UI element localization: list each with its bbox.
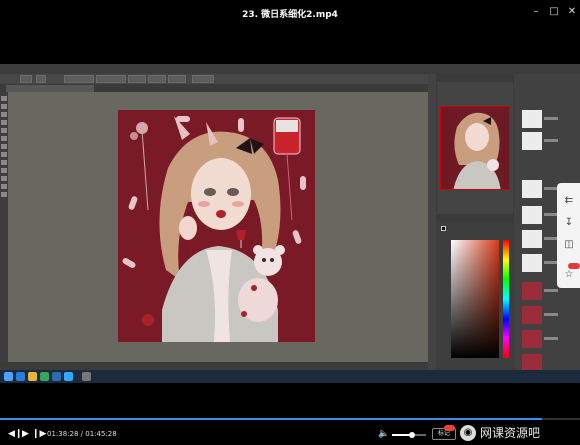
layer-thumbnail[interactable] — [522, 282, 542, 300]
window-title: 23. 微日系细化2.mp4 — [242, 10, 338, 20]
marquee-tool-icon — [1, 104, 7, 109]
layer-name — [544, 337, 558, 340]
trash-icon[interactable]: ◫ — [563, 239, 575, 251]
ps-status-bar — [0, 362, 428, 370]
photoshop-icon — [64, 372, 73, 381]
watermark-text: 网课资源吧 — [480, 426, 541, 440]
watermark: ◉ 网课资源吧 — [460, 424, 578, 442]
layer-name — [544, 261, 558, 264]
smudge-tool-icon — [1, 160, 7, 165]
eraser-tool-icon — [1, 144, 7, 149]
volume-icon[interactable]: 🔈 — [378, 429, 389, 439]
color-saturation-field[interactable] — [451, 240, 499, 358]
option-item — [148, 75, 166, 83]
hand-tool-icon — [1, 184, 7, 189]
option-item — [20, 75, 32, 83]
layer-name — [544, 139, 558, 142]
maximize-icon[interactable]: □ — [546, 4, 562, 20]
layer-name — [544, 187, 558, 190]
playback-progress-fill — [0, 418, 542, 420]
navigator-thumbnail-svg — [441, 107, 509, 189]
navigator-header — [437, 74, 513, 82]
option-item — [36, 75, 46, 83]
minimize-icon[interactable]: – — [528, 4, 544, 20]
option-item — [192, 75, 214, 83]
layer-thumbnail[interactable] — [522, 132, 542, 150]
layer-thumbnail[interactable] — [522, 110, 542, 128]
new-badge — [444, 425, 455, 431]
lasso-tool-icon — [1, 112, 7, 117]
option-item — [64, 75, 94, 83]
play-icon[interactable]: ▶ — [22, 429, 29, 439]
volume-slider[interactable] — [392, 432, 426, 438]
zoom-tool-icon — [1, 192, 7, 197]
ps-toolbar — [0, 92, 8, 362]
pen-tool-icon — [1, 168, 7, 173]
type-tool-icon — [1, 176, 7, 181]
layer-thumbnail[interactable] — [522, 206, 542, 224]
artwork-illustration — [118, 110, 315, 342]
artwork-svg — [118, 110, 315, 342]
layer-thumbnail[interactable] — [522, 330, 542, 348]
time-display: 01:38:28 / 01:45:28 — [47, 430, 117, 438]
app-icon — [82, 372, 91, 381]
gradient-tool-icon — [1, 152, 7, 157]
layer-thumbnail[interactable] — [522, 180, 542, 198]
option-item — [96, 75, 126, 83]
brush-tool-icon — [1, 136, 7, 141]
pin-icon[interactable]: ☆ — [563, 269, 575, 281]
move-tool-icon — [1, 96, 7, 101]
navigator-thumbnail — [440, 106, 510, 190]
ps-document-tabs — [0, 84, 428, 92]
layer-name — [544, 237, 558, 240]
recorded-taskbar — [0, 370, 580, 383]
layer-thumbnail[interactable] — [522, 254, 542, 272]
option-item — [128, 75, 146, 83]
video-player-window: 23. 微日系细化2.mp4 – □ ✕ ⇇ ↧ ◫ ☆ ◀❙ ▶ ❙▶ 01:… — [0, 0, 580, 445]
layer-name — [544, 117, 558, 120]
layer-name — [544, 313, 558, 316]
foreground-color-swatch[interactable] — [441, 226, 446, 231]
ps-menubar — [0, 64, 580, 74]
prev-icon[interactable]: ◀❙ — [8, 429, 22, 439]
playback-progress-bar[interactable] — [0, 418, 580, 420]
layer-thumbnail[interactable] — [522, 230, 542, 248]
start-icon — [4, 372, 13, 381]
folder-icon — [28, 372, 37, 381]
option-item — [168, 75, 186, 83]
layer-name — [544, 213, 558, 216]
side-tool-panel: ⇇ ↧ ◫ ☆ — [557, 183, 580, 288]
share-icon[interactable]: ⇇ — [563, 195, 575, 207]
app-icon — [52, 372, 61, 381]
crop-tool-icon — [1, 120, 7, 125]
video-frame — [0, 64, 580, 370]
document-tab — [6, 85, 94, 92]
next-icon[interactable]: ❙▶ — [32, 429, 46, 439]
eyedropper-tool-icon — [1, 128, 7, 133]
layer-name — [544, 289, 558, 292]
panel-icon-strip — [428, 74, 436, 370]
ps-options-bar — [0, 74, 428, 84]
layer-thumbnail[interactable] — [522, 306, 542, 324]
volume-knob[interactable] — [409, 432, 416, 438]
layer-thumbnail[interactable] — [522, 354, 542, 370]
color-picker-panel — [437, 222, 513, 370]
navigator-panel — [437, 74, 513, 214]
hue-slider[interactable] — [503, 240, 509, 358]
ps-canvas-area — [8, 92, 428, 362]
download-icon[interactable]: ↧ — [563, 217, 575, 229]
watermark-logo-icon: ◉ — [460, 425, 476, 441]
app-icon — [16, 372, 25, 381]
app-icon — [40, 372, 49, 381]
title-bar: 23. 微日系细化2.mp4 – □ ✕ — [0, 0, 580, 26]
close-icon[interactable]: ✕ — [564, 4, 580, 20]
